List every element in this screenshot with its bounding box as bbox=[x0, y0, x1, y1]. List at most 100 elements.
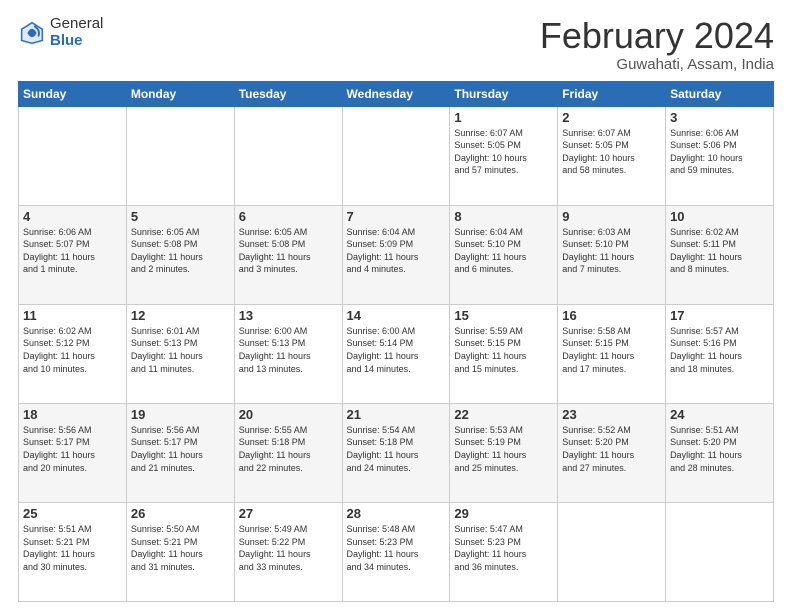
logo-blue-text: Blue bbox=[50, 33, 103, 50]
calendar-cell: 2 Sunrise: 6:07 AM Sunset: 5:05 PM Daylig… bbox=[558, 106, 666, 205]
day-number: 13 bbox=[239, 308, 338, 323]
day-number: 5 bbox=[131, 209, 230, 224]
col-sunday: Sunday bbox=[19, 81, 127, 106]
day-number: 6 bbox=[239, 209, 338, 224]
day-info: Sunrise: 5:52 AM Sunset: 5:20 PM Dayligh… bbox=[562, 424, 661, 474]
day-info: Sunrise: 6:02 AM Sunset: 5:12 PM Dayligh… bbox=[23, 325, 122, 375]
day-number: 9 bbox=[562, 209, 661, 224]
day-number: 18 bbox=[23, 407, 122, 422]
calendar-week-4: 18 Sunrise: 5:56 AM Sunset: 5:17 PM Dayli… bbox=[19, 403, 774, 502]
day-number: 17 bbox=[670, 308, 769, 323]
day-info: Sunrise: 6:01 AM Sunset: 5:13 PM Dayligh… bbox=[131, 325, 230, 375]
calendar-cell bbox=[666, 502, 774, 601]
calendar-cell: 18 Sunrise: 5:56 AM Sunset: 5:17 PM Dayli… bbox=[19, 403, 127, 502]
day-number: 20 bbox=[239, 407, 338, 422]
calendar-cell bbox=[19, 106, 127, 205]
calendar-cell: 17 Sunrise: 5:57 AM Sunset: 5:16 PM Dayli… bbox=[666, 304, 774, 403]
calendar-cell: 9 Sunrise: 6:03 AM Sunset: 5:10 PM Daylig… bbox=[558, 205, 666, 304]
calendar-cell: 22Sunrise: 5:53 AM Sunset: 5:19 PM Dayli… bbox=[450, 403, 558, 502]
day-number: 23 bbox=[562, 407, 661, 422]
day-info: Sunrise: 5:53 AM Sunset: 5:19 PM Dayligh… bbox=[454, 424, 553, 474]
calendar-cell: 3 Sunrise: 6:06 AM Sunset: 5:06 PM Daylig… bbox=[666, 106, 774, 205]
calendar-header-row: Sunday Monday Tuesday Wednesday Thursday… bbox=[19, 81, 774, 106]
calendar-cell: 1 Sunrise: 6:07 AM Sunset: 5:05 PM Daylig… bbox=[450, 106, 558, 205]
col-friday: Friday bbox=[558, 81, 666, 106]
day-info: Sunrise: 5:59 AM Sunset: 5:15 PM Dayligh… bbox=[454, 325, 553, 375]
day-number: 10 bbox=[670, 209, 769, 224]
calendar-cell: 12Sunrise: 6:01 AM Sunset: 5:13 PM Dayli… bbox=[126, 304, 234, 403]
day-number: 29 bbox=[454, 506, 553, 521]
calendar-week-3: 11 Sunrise: 6:02 AM Sunset: 5:12 PM Dayli… bbox=[19, 304, 774, 403]
calendar-cell: 16Sunrise: 5:58 AM Sunset: 5:15 PM Dayli… bbox=[558, 304, 666, 403]
day-info: Sunrise: 6:06 AM Sunset: 5:07 PM Dayligh… bbox=[23, 226, 122, 276]
day-info: Sunrise: 6:04 AM Sunset: 5:09 PM Dayligh… bbox=[347, 226, 446, 276]
day-info: Sunrise: 5:47 AM Sunset: 5:23 PM Dayligh… bbox=[454, 523, 553, 573]
day-number: 2 bbox=[562, 110, 661, 125]
day-number: 21 bbox=[347, 407, 446, 422]
day-number: 16 bbox=[562, 308, 661, 323]
day-number: 26 bbox=[131, 506, 230, 521]
calendar-cell: 4 Sunrise: 6:06 AM Sunset: 5:07 PM Daylig… bbox=[19, 205, 127, 304]
header: General Blue February 2024 Guwahati, Ass… bbox=[18, 16, 774, 73]
calendar-cell: 14Sunrise: 6:00 AM Sunset: 5:14 PM Dayli… bbox=[342, 304, 450, 403]
day-info: Sunrise: 5:51 AM Sunset: 5:20 PM Dayligh… bbox=[670, 424, 769, 474]
logo-general-text: General bbox=[50, 16, 103, 33]
day-info: Sunrise: 6:06 AM Sunset: 5:06 PM Dayligh… bbox=[670, 127, 769, 177]
day-info: Sunrise: 6:07 AM Sunset: 5:05 PM Dayligh… bbox=[454, 127, 553, 177]
day-number: 8 bbox=[454, 209, 553, 224]
day-number: 19 bbox=[131, 407, 230, 422]
calendar-week-5: 25 Sunrise: 5:51 AM Sunset: 5:21 PM Dayli… bbox=[19, 502, 774, 601]
col-tuesday: Tuesday bbox=[234, 81, 342, 106]
calendar-cell: 23 Sunrise: 5:52 AM Sunset: 5:20 PM Dayli… bbox=[558, 403, 666, 502]
calendar-cell: 6 Sunrise: 6:05 AM Sunset: 5:08 PM Daylig… bbox=[234, 205, 342, 304]
day-info: Sunrise: 6:04 AM Sunset: 5:10 PM Dayligh… bbox=[454, 226, 553, 276]
calendar-cell bbox=[126, 106, 234, 205]
day-info: Sunrise: 6:00 AM Sunset: 5:14 PM Dayligh… bbox=[347, 325, 446, 375]
calendar-cell: 26 Sunrise: 5:50 AM Sunset: 5:21 PM Dayli… bbox=[126, 502, 234, 601]
logo: General Blue bbox=[18, 16, 103, 49]
day-number: 11 bbox=[23, 308, 122, 323]
day-info: Sunrise: 5:54 AM Sunset: 5:18 PM Dayligh… bbox=[347, 424, 446, 474]
day-number: 28 bbox=[347, 506, 446, 521]
day-number: 1 bbox=[454, 110, 553, 125]
calendar-cell: 29 Sunrise: 5:47 AM Sunset: 5:23 PM Dayli… bbox=[450, 502, 558, 601]
title-area: February 2024 Guwahati, Assam, India bbox=[540, 16, 774, 73]
day-info: Sunrise: 5:56 AM Sunset: 5:17 PM Dayligh… bbox=[131, 424, 230, 474]
day-info: Sunrise: 5:57 AM Sunset: 5:16 PM Dayligh… bbox=[670, 325, 769, 375]
logo-icon bbox=[18, 19, 46, 47]
month-title: February 2024 bbox=[540, 16, 774, 56]
day-info: Sunrise: 5:51 AM Sunset: 5:21 PM Dayligh… bbox=[23, 523, 122, 573]
calendar-cell: 5 Sunrise: 6:05 AM Sunset: 5:08 PM Daylig… bbox=[126, 205, 234, 304]
day-number: 7 bbox=[347, 209, 446, 224]
col-monday: Monday bbox=[126, 81, 234, 106]
day-number: 25 bbox=[23, 506, 122, 521]
calendar-cell: 20 Sunrise: 5:55 AM Sunset: 5:18 PM Dayli… bbox=[234, 403, 342, 502]
day-info: Sunrise: 6:07 AM Sunset: 5:05 PM Dayligh… bbox=[562, 127, 661, 177]
col-thursday: Thursday bbox=[450, 81, 558, 106]
day-number: 4 bbox=[23, 209, 122, 224]
calendar-cell: 28 Sunrise: 5:48 AM Sunset: 5:23 PM Dayli… bbox=[342, 502, 450, 601]
day-info: Sunrise: 5:50 AM Sunset: 5:21 PM Dayligh… bbox=[131, 523, 230, 573]
calendar-table: Sunday Monday Tuesday Wednesday Thursday… bbox=[18, 81, 774, 602]
day-info: Sunrise: 5:55 AM Sunset: 5:18 PM Dayligh… bbox=[239, 424, 338, 474]
day-info: Sunrise: 6:03 AM Sunset: 5:10 PM Dayligh… bbox=[562, 226, 661, 276]
calendar-cell: 7 Sunrise: 6:04 AM Sunset: 5:09 PM Daylig… bbox=[342, 205, 450, 304]
day-info: Sunrise: 5:56 AM Sunset: 5:17 PM Dayligh… bbox=[23, 424, 122, 474]
day-number: 27 bbox=[239, 506, 338, 521]
day-info: Sunrise: 5:48 AM Sunset: 5:23 PM Dayligh… bbox=[347, 523, 446, 573]
location: Guwahati, Assam, India bbox=[540, 56, 774, 73]
calendar-cell: 19 Sunrise: 5:56 AM Sunset: 5:17 PM Dayli… bbox=[126, 403, 234, 502]
calendar-week-2: 4 Sunrise: 6:06 AM Sunset: 5:07 PM Daylig… bbox=[19, 205, 774, 304]
calendar-cell: 27Sunrise: 5:49 AM Sunset: 5:22 PM Dayli… bbox=[234, 502, 342, 601]
day-number: 15 bbox=[454, 308, 553, 323]
page: General Blue February 2024 Guwahati, Ass… bbox=[0, 0, 792, 612]
calendar-cell: 25 Sunrise: 5:51 AM Sunset: 5:21 PM Dayli… bbox=[19, 502, 127, 601]
calendar-cell bbox=[558, 502, 666, 601]
day-info: Sunrise: 6:02 AM Sunset: 5:11 PM Dayligh… bbox=[670, 226, 769, 276]
logo-text: General Blue bbox=[50, 16, 103, 49]
day-info: Sunrise: 6:05 AM Sunset: 5:08 PM Dayligh… bbox=[239, 226, 338, 276]
calendar-cell bbox=[342, 106, 450, 205]
day-info: Sunrise: 6:05 AM Sunset: 5:08 PM Dayligh… bbox=[131, 226, 230, 276]
day-number: 3 bbox=[670, 110, 769, 125]
calendar-cell: 10 Sunrise: 6:02 AM Sunset: 5:11 PM Dayli… bbox=[666, 205, 774, 304]
